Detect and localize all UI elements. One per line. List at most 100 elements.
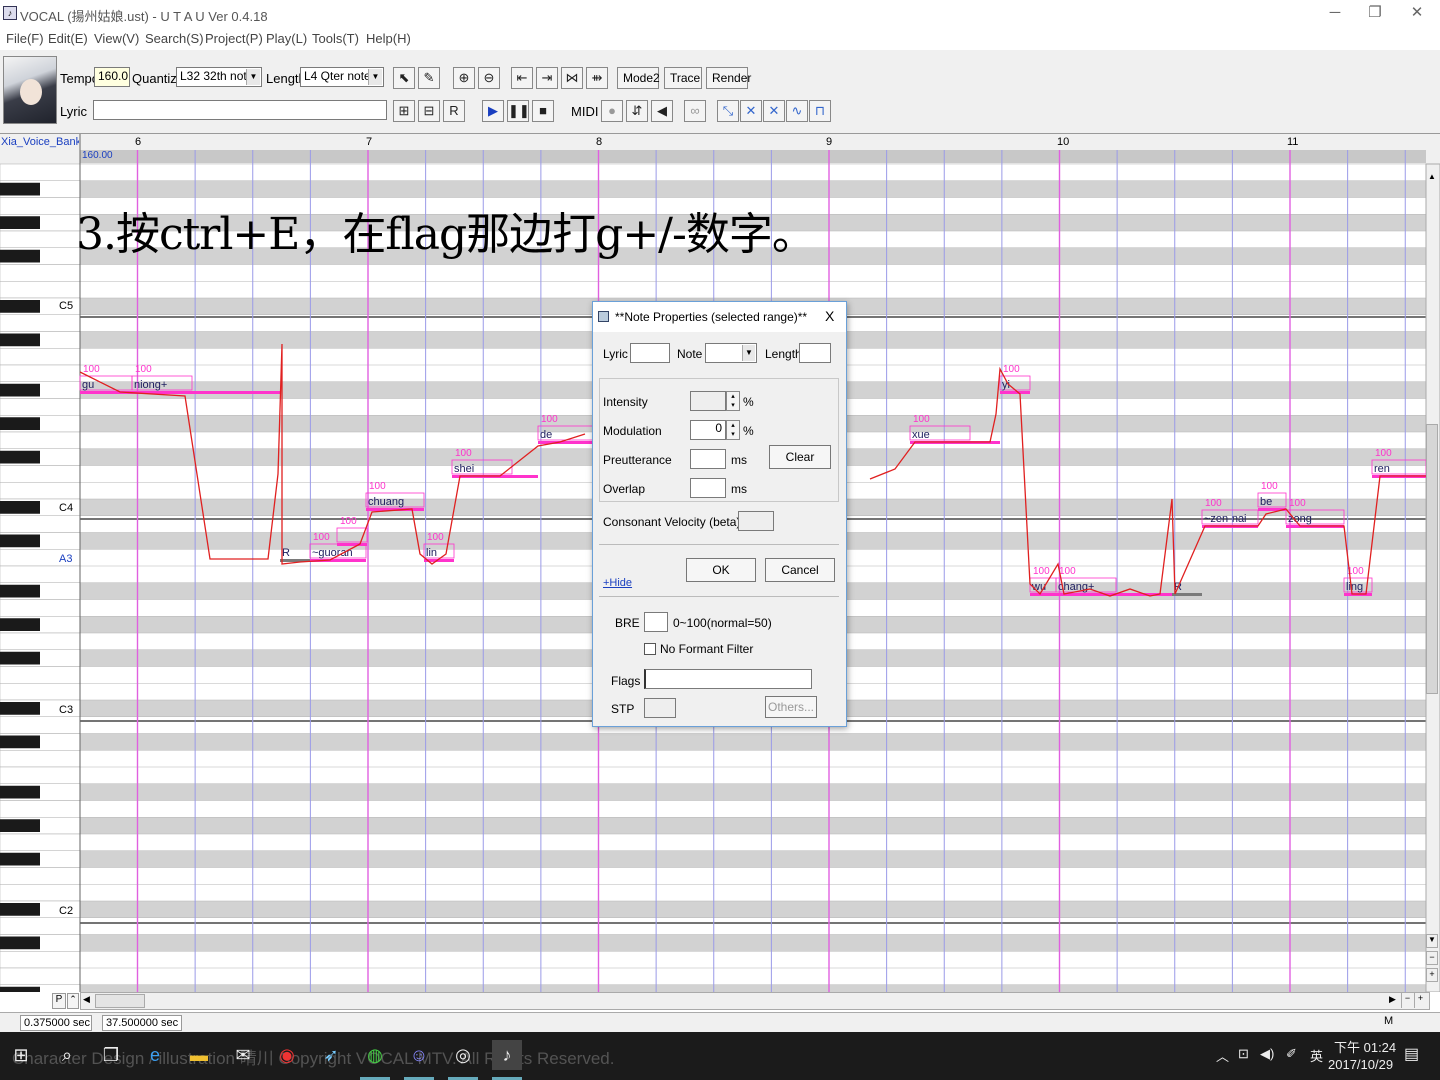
- status-bar: 0.375000 sec 37.500000 sec M: [0, 1012, 1440, 1032]
- flags-input[interactable]: [644, 669, 812, 689]
- modulation-field[interactable]: 0: [690, 420, 726, 440]
- vscroll-thumb[interactable]: [1426, 424, 1438, 694]
- bre-field[interactable]: [644, 612, 668, 632]
- file-explorer-icon[interactable]: ▬: [184, 1040, 214, 1070]
- volume-icon[interactable]: ◀): [1260, 1046, 1274, 1062]
- windows-start-icon[interactable]: ⊞: [6, 1040, 36, 1070]
- close-button[interactable]: ✕: [1400, 4, 1434, 24]
- pencil-tool-button[interactable]: ✎: [418, 67, 440, 89]
- rest-note-button[interactable]: R: [443, 100, 465, 122]
- zoom-v-out-button[interactable]: −: [1426, 951, 1438, 965]
- cancel-button[interactable]: Cancel: [765, 558, 835, 582]
- notification-icon[interactable]: ▤: [1404, 1044, 1419, 1064]
- note-select[interactable]: ▼: [705, 343, 757, 363]
- clear-button[interactable]: Clear: [769, 445, 831, 469]
- intensity-spinner[interactable]: ▴ ▾: [726, 391, 740, 411]
- speaker-icon[interactable]: ◀: [651, 100, 673, 122]
- zoom-in-button[interactable]: ⊕: [453, 67, 475, 89]
- zoom-v-plus-button[interactable]: +: [1426, 968, 1438, 982]
- menu-edit[interactable]: Edit(E): [48, 31, 88, 46]
- intensity-field[interactable]: [690, 391, 726, 411]
- no-formant-checkbox[interactable]: [644, 643, 656, 655]
- scroll-right-icon[interactable]: ▶: [1389, 994, 1396, 1005]
- menu-help[interactable]: Help(H): [366, 31, 411, 46]
- network-icon[interactable]: ⊡: [1238, 1046, 1249, 1062]
- overlap-field[interactable]: [690, 478, 726, 498]
- lyric-field[interactable]: [630, 343, 670, 363]
- others-button[interactable]: Others...: [765, 696, 817, 718]
- link-button[interactable]: ∞: [684, 100, 706, 122]
- zoom-v-in-button[interactable]: ▼: [1426, 934, 1438, 948]
- stop-button[interactable]: ■: [532, 100, 554, 122]
- mail-icon[interactable]: ✉: [228, 1040, 258, 1070]
- pointer-tool-button[interactable]: ⬉: [393, 67, 415, 89]
- split-button[interactable]: ⋈: [561, 67, 583, 89]
- voicebank-avatar[interactable]: [3, 56, 57, 124]
- lyric-input[interactable]: [93, 100, 387, 120]
- hzoom-out-button[interactable]: −: [1401, 993, 1413, 1008]
- app-red-icon[interactable]: ◉: [272, 1040, 302, 1070]
- app-feather-icon[interactable]: ➶: [316, 1040, 346, 1070]
- jump-next-button[interactable]: ⇥: [536, 67, 558, 89]
- edge-browser-icon[interactable]: e: [140, 1040, 170, 1070]
- pause-button[interactable]: ❚❚: [507, 100, 530, 122]
- midi-import-button[interactable]: ⇵: [626, 100, 648, 122]
- plugin-4-button[interactable]: ∿: [786, 100, 808, 122]
- length-field[interactable]: [799, 343, 831, 363]
- plugin-1-button[interactable]: ⤡: [717, 100, 739, 122]
- plugin-2-button[interactable]: ✕: [740, 100, 762, 122]
- zoom-out-button[interactable]: ⊖: [478, 67, 500, 89]
- separator: [599, 544, 839, 545]
- hscroll-thumb[interactable]: [95, 994, 145, 1008]
- utau-icon[interactable]: ♪: [492, 1040, 522, 1070]
- mode2-button[interactable]: Mode2: [617, 67, 660, 89]
- preutterance-field[interactable]: [690, 449, 726, 469]
- clock-time[interactable]: 下午 01:24: [1334, 1037, 1396, 1056]
- consonant-velocity-field[interactable]: [738, 511, 774, 531]
- minimize-button[interactable]: ─: [1318, 4, 1352, 24]
- no-formant-label: No Formant Filter: [660, 642, 754, 656]
- p-button[interactable]: P: [52, 993, 66, 1009]
- restore-button[interactable]: ❐: [1358, 4, 1392, 24]
- dialog-close-button[interactable]: X: [825, 308, 834, 324]
- hzoom-button[interactable]: ⌃: [67, 993, 79, 1009]
- delete-note-button[interactable]: ⊟: [418, 100, 440, 122]
- insert-note-button[interactable]: ⊞: [393, 100, 415, 122]
- hzoom-in-button[interactable]: +: [1414, 993, 1426, 1008]
- modulation-spinner[interactable]: ▴ ▾: [726, 420, 740, 440]
- obs-icon[interactable]: ◎: [448, 1040, 478, 1070]
- play-button[interactable]: ▶: [482, 100, 504, 122]
- menu-tools[interactable]: Tools(T): [312, 31, 359, 46]
- jump-end-button[interactable]: ⇻: [586, 67, 608, 89]
- menu-search[interactable]: Search(S): [145, 31, 204, 46]
- vscroll-up-button[interactable]: ▲: [1426, 172, 1438, 184]
- tempo-input[interactable]: 160.0: [94, 67, 130, 87]
- clock-date[interactable]: 2017/10/29: [1328, 1057, 1393, 1072]
- menu-play[interactable]: Play(L): [266, 31, 307, 46]
- stp-field[interactable]: [644, 698, 676, 718]
- jump-start-button[interactable]: ⇤: [511, 67, 533, 89]
- hide-link[interactable]: +Hide: [603, 577, 632, 589]
- trace-button[interactable]: Trace: [664, 67, 702, 89]
- discord-icon[interactable]: ☺: [404, 1040, 434, 1070]
- scroll-left-icon[interactable]: ◀: [83, 994, 90, 1005]
- plugin-5-button[interactable]: ⊓: [809, 100, 831, 122]
- note-field-label: Note: [677, 347, 703, 361]
- menu-view[interactable]: View(V): [94, 31, 139, 46]
- search-icon[interactable]: ⌕: [52, 1040, 82, 1070]
- task-view-icon[interactable]: ❐: [96, 1040, 126, 1070]
- menu-file[interactable]: File(F): [6, 31, 44, 46]
- render-button[interactable]: Render: [706, 67, 751, 89]
- quantize-select[interactable]: L32 32th note ▼: [176, 67, 262, 87]
- record-button[interactable]: ●: [601, 100, 623, 122]
- plugin-3-button[interactable]: ✕: [763, 100, 785, 122]
- ime-indicator[interactable]: 英: [1310, 1046, 1323, 1065]
- length-select[interactable]: L4 Qter note ▼: [300, 67, 384, 87]
- chrome-icon[interactable]: ◍: [360, 1040, 390, 1070]
- horizontal-scrollbar[interactable]: ◀ ▶ − +: [80, 992, 1430, 1010]
- tutorial-caption: 3.按ctrl+E，在flag那边打g+/-数字。: [76, 209, 816, 260]
- tray-chevron-icon[interactable]: ︿: [1216, 1046, 1229, 1065]
- menu-project[interactable]: Project(P): [205, 31, 263, 46]
- pen-icon[interactable]: ✐: [1286, 1046, 1297, 1062]
- ok-button[interactable]: OK: [686, 558, 756, 582]
